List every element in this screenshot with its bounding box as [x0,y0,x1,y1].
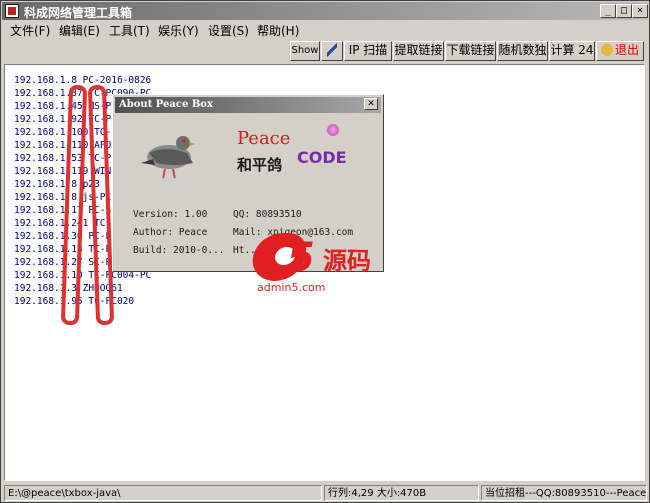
download-links-button[interactable]: 下载链接 [445,41,496,61]
exit-label: 退出 [614,43,639,57]
logo-chinese-text: 和平鸽 [237,156,283,174]
watermark-url: admin5.com [257,281,326,294]
peace-code-logo: Peace 和平鸽 CODE [233,122,347,184]
logo-code-text: CODE [297,148,347,167]
sun-icon [327,124,339,136]
menu-file[interactable]: 文件(F) [10,22,50,39]
menu-bar: 文件(F) 编辑(E) 工具(T) 娱乐(Y) 设置(S) 帮助(H) [2,20,648,40]
ip-scan-button[interactable]: IP 扫描 [344,41,392,61]
toolbar: Show IP 扫描 提取链接 下载链接 随机数独 计算 24 退出 [2,40,648,62]
pen-icon [327,43,337,57]
title-bar[interactable]: 科成网络管理工具箱 _ □ × [2,2,648,20]
admin5-watermark: 5 源码 admin5.com [247,233,389,295]
menu-settings[interactable]: 设置(S) [208,22,249,39]
show-button[interactable]: Show [290,41,320,61]
list-item: 192.168.1.8 p23 [14,179,100,190]
exit-button[interactable]: 退出 [596,41,644,61]
menu-tools[interactable]: 工具(T) [109,22,150,39]
status-bar: E:\@peace\txbox-java\ 行列:4,29 大小:470B 当位… [2,483,648,502]
window-title: 科成网络管理工具箱 [24,6,133,20]
calc24-button[interactable]: 计算 24 [549,41,595,61]
extract-links-button[interactable]: 提取链接 [393,41,444,61]
menu-entertainment[interactable]: 娱乐(Y) [158,22,199,39]
pen-button[interactable] [321,41,343,61]
status-position: 行列:4,29 大小:470B [324,485,479,501]
main-window: 科成网络管理工具箱 _ □ × 文件(F) 编辑(E) 工具(T) 娱乐(Y) … [0,0,650,503]
watermark-digit: 5 [287,235,315,281]
menu-edit[interactable]: 编辑(E) [59,22,100,39]
app-icon [5,4,19,18]
status-info: 当位招租---QQ:80893510---Peace [481,485,647,501]
logo-peace-text: Peace [237,128,291,149]
list-item: 192.168.1.8 PC-2016-0826 [14,75,152,86]
build-label: Build: 2010-0... [133,245,225,256]
menu-help[interactable]: 帮助(H) [257,22,299,39]
random-sudoku-button[interactable]: 随机数独 [497,41,548,61]
status-path: E:\@peace\txbox-java\ [4,485,322,501]
maximize-button[interactable]: □ [616,4,632,18]
dialog-close-button[interactable]: ✕ [364,98,378,110]
minimize-button[interactable]: _ [600,4,616,18]
dialog-title-bar[interactable]: About Peace Box ✕ [115,97,381,113]
watermark-chinese: 源码 [323,247,371,275]
close-button[interactable]: × [632,4,648,18]
qq-label: QQ: 80893510 [233,209,302,220]
author-label: Author: Peace [133,227,208,238]
exit-icon [600,44,613,56]
pigeon-image [141,136,195,182]
dialog-title: About Peace Box [119,99,213,110]
version-label: Version: 1.00 [133,209,208,220]
